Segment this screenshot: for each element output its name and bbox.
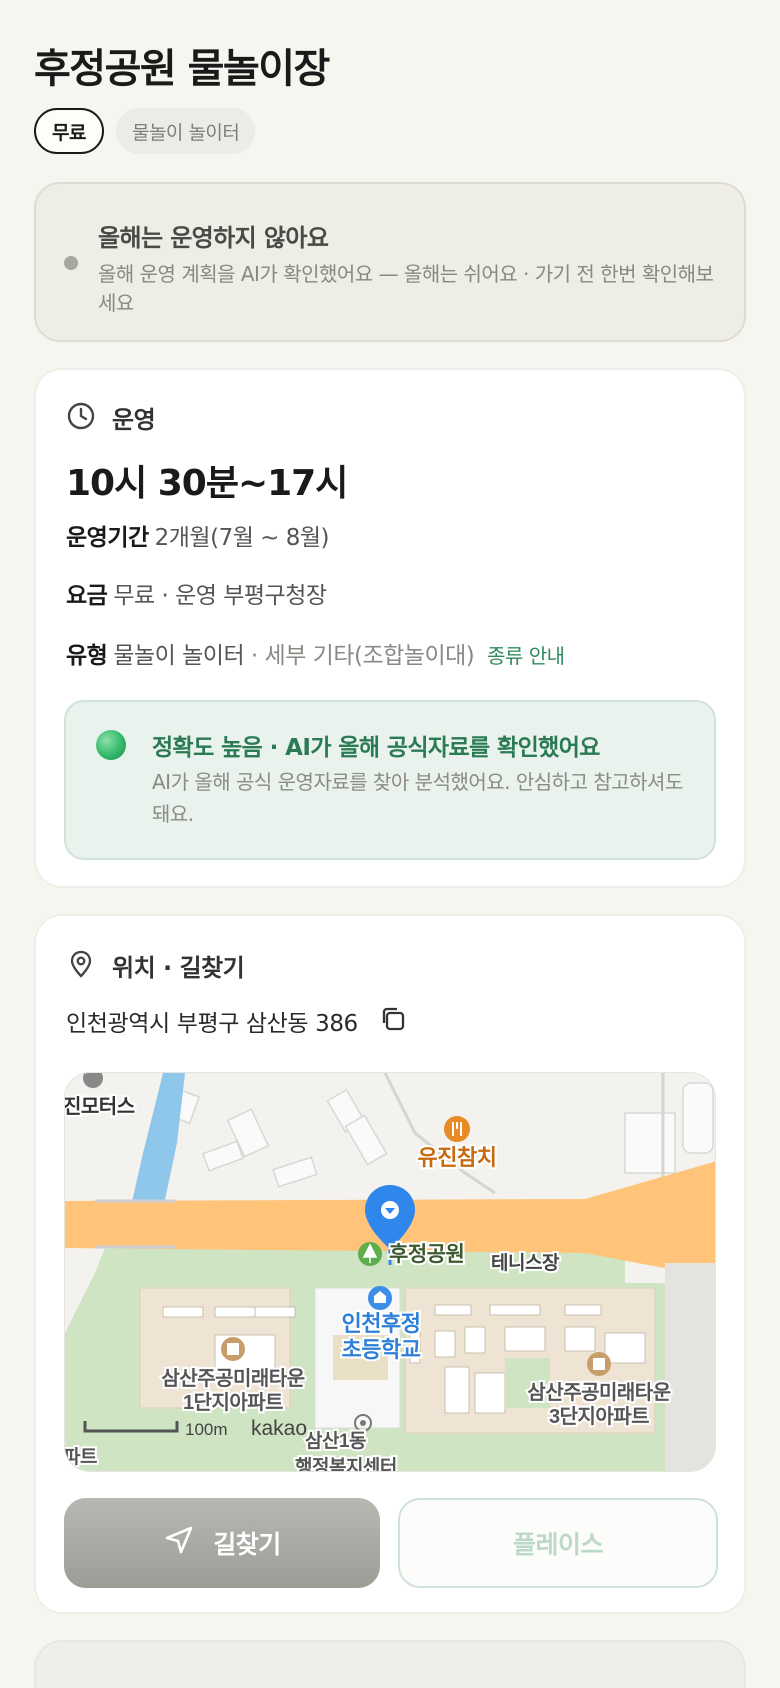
clock-icon xyxy=(66,401,96,435)
chip-group: 무료 물놀이 놀이터 xyxy=(34,108,256,154)
period-row: 운영기간 2개월(7월 ~ 8월) xyxy=(66,518,330,552)
next-card-peek xyxy=(34,1640,746,1688)
tree-marker-icon xyxy=(358,1242,382,1266)
location-header: 위치 · 길찾기 xyxy=(66,948,245,983)
directions-label: 길찾기 xyxy=(213,1530,281,1559)
location-section-label: 위치 · 길찾기 xyxy=(112,954,245,982)
notice-title: 올해는 운영하지 않아요 xyxy=(98,224,329,252)
address-text: 인천광역시 부평구 삼산동 386 xyxy=(66,1011,358,1037)
location-pin-icon xyxy=(66,949,96,983)
type-detail: · 세부 기타(조합놀이대) xyxy=(250,643,475,669)
accuracy-description: AI가 올해 공식 운영자료를 찾아 분석했어요. 안심하고 참고하셔도 돼요. xyxy=(152,770,683,826)
school-marker-icon xyxy=(368,1286,392,1310)
place-label: 플레이스 xyxy=(512,1530,604,1559)
restaurant-marker-icon xyxy=(444,1116,470,1142)
map-view[interactable]: 유진참치 후정공원 테니스장 인천후정 초등학교 삼산주공미래타운 1단지아파트… xyxy=(64,1072,716,1472)
type-value: 물놀이 놀이터 xyxy=(113,643,245,669)
directions-button[interactable]: 길찾기 xyxy=(64,1498,380,1588)
map-label-restaurant: 유진참치 xyxy=(418,1145,497,1170)
fee-row: 요금 무료 · 운영 부평구청장 xyxy=(66,576,327,610)
hours-section-label: 운영 xyxy=(112,406,156,434)
type-row: 유형 물놀이 놀이터 · 세부 기타(조합놀이대) 종류 안내 xyxy=(66,636,565,670)
map-brand-logo: kakao xyxy=(251,1417,307,1440)
hours-header: 운영 xyxy=(66,400,156,435)
chip-category[interactable]: 물놀이 놀이터 xyxy=(115,108,256,154)
map-label-apt3-1: 삼산주공미래타운 xyxy=(527,1381,670,1404)
fee-value: 무료 · 운영 부평구청장 xyxy=(113,583,327,609)
map-label-tennis: 테니스장 xyxy=(491,1252,560,1274)
fee-label: 요금 xyxy=(66,583,108,609)
map-label-apt3-2: 3단지아파트 xyxy=(549,1405,649,1428)
address-row: 인천광역시 부평구 삼산동 386 xyxy=(66,1004,408,1038)
type-label: 유형 xyxy=(66,643,108,669)
location-card: 위치 · 길찾기 인천광역시 부평구 삼산동 386 유진참치 후정공원 테니스… xyxy=(34,914,746,1614)
operation-notice: 올해는 운영하지 않아요 올해 운영 계획을 AI가 확인했어요 — 올해는 쉬… xyxy=(34,182,746,342)
map-label-park: 후정공원 xyxy=(389,1242,464,1266)
map-label-office-2: 행정복지센터 xyxy=(295,1456,397,1472)
accuracy-title: 정확도 높음 · AI가 올해 공식자료를 확인했어요 xyxy=(152,735,600,761)
hours-card: 운영 10시 30분~17시 운영기간 2개월(7월 ~ 8월) 요금 무료 · 운… xyxy=(34,368,746,888)
map-scale-label: 100m xyxy=(185,1420,228,1439)
map-label-apt1-1: 삼산주공미래타운 xyxy=(161,1367,304,1390)
accuracy-orb-icon xyxy=(96,730,126,760)
accuracy-box: 정확도 높음 · AI가 올해 공식자료를 확인했어요 AI가 올해 공식 운영… xyxy=(64,700,716,860)
map-label-school-2: 초등학교 xyxy=(342,1337,421,1362)
map-label-office: 삼산1동 xyxy=(305,1430,366,1452)
place-button[interactable]: 플레이스 xyxy=(398,1498,718,1588)
period-label: 운영기간 xyxy=(66,525,149,551)
period-value: 2개월(7월 ~ 8월) xyxy=(154,525,330,551)
page-title: 후정공원 물놀이장 xyxy=(34,46,330,92)
map-label-motors: 진모터스 xyxy=(65,1095,135,1118)
copy-icon[interactable] xyxy=(378,1004,408,1038)
facility-detail-page: 후정공원 물놀이장 무료 물놀이 놀이터 올해는 운영하지 않아요 올해 운영 … xyxy=(0,0,780,1688)
operating-time: 10시 30분~17시 xyxy=(66,463,348,504)
map-label-school-1: 인천후정 xyxy=(342,1311,421,1336)
type-guide-link[interactable]: 종류 안내 xyxy=(487,644,565,668)
map-label-edge: 파트 xyxy=(65,1446,97,1468)
navigation-arrow-icon xyxy=(163,1524,195,1562)
notice-description: 올해 운영 계획을 AI가 확인했어요 — 올해는 쉬어요 · 가기 전 한번 … xyxy=(98,262,714,315)
map-label-apt1-2: 1단지아파트 xyxy=(183,1391,283,1414)
chip-free[interactable]: 무료 xyxy=(34,108,104,154)
status-dot xyxy=(64,256,78,270)
